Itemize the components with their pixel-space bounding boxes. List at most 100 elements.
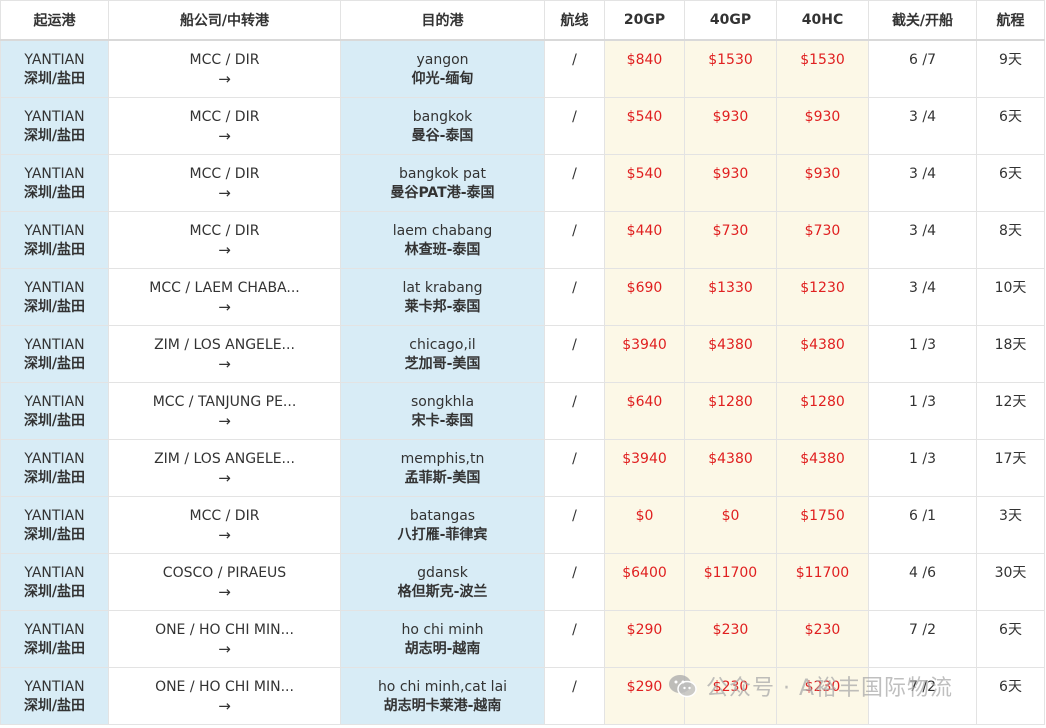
route-cell: / <box>544 268 605 326</box>
price-40gp: $230 <box>712 679 749 695</box>
cutoff-sailing: 7 /2 <box>909 679 936 695</box>
transit-days: 17天 <box>994 451 1027 467</box>
price-20gp-cell: $840 <box>604 39 685 98</box>
destination-port-cn: 林查班-泰国 <box>404 242 481 258</box>
origin-cell: YANTIAN 深圳/盐田 <box>0 211 109 269</box>
transit-cell: 3天 <box>976 496 1045 554</box>
carrier-cell: MCC / TANJUNG PE... → <box>108 382 341 440</box>
price-40gp: $4380 <box>708 337 753 353</box>
price-20gp-cell: $3940 <box>604 439 685 497</box>
price-40gp-cell: $4380 <box>684 439 777 497</box>
carrier-transit-port: COSCO / PIRAEUS <box>162 565 287 581</box>
header-transit: 航程 <box>976 0 1045 41</box>
destination-port-cn: 胡志明-越南 <box>404 641 481 657</box>
price-20gp-cell: $290 <box>604 610 685 668</box>
price-40gp-cell: $230 <box>684 610 777 668</box>
route-cell: / <box>544 610 605 668</box>
destination-port-en: ho chi minh,cat lai <box>377 679 508 695</box>
carrier-cell: MCC / DIR → <box>108 97 341 155</box>
carrier-cell: ZIM / LOS ANGELE... → <box>108 439 341 497</box>
price-40gp: $11700 <box>703 565 758 581</box>
origin-port-cn: 深圳/盐田 <box>23 470 86 486</box>
origin-port-cn: 深圳/盐田 <box>23 698 86 714</box>
cutoff-sailing: 4 /6 <box>909 565 936 581</box>
route-cell: / <box>544 496 605 554</box>
price-40gp: $930 <box>712 166 749 182</box>
destination-port-cn: 宋卡-泰国 <box>411 413 474 429</box>
origin-port-cn: 深圳/盐田 <box>23 641 86 657</box>
route-value: / <box>572 109 577 125</box>
cutoff-sailing: 1 /3 <box>909 337 936 353</box>
route-cell: / <box>544 439 605 497</box>
cutoff-cell: 7 /2 <box>868 667 977 725</box>
price-20gp-cell: $0 <box>604 496 685 554</box>
price-20gp-cell: $290 <box>604 667 685 725</box>
carrier-cell: MCC / DIR → <box>108 496 341 554</box>
table-row: YANTIAN 深圳/盐田 ONE / HO CHI MIN... → ho chi m… <box>0 610 1045 668</box>
origin-port-en: YANTIAN <box>24 394 85 410</box>
carrier-transit-port: ONE / HO CHI MIN... <box>155 622 294 638</box>
route-cell: / <box>544 325 605 383</box>
table-row: YANTIAN 深圳/盐田 MCC / TANJUNG PE... → songkhla… <box>0 382 1045 440</box>
origin-port-cn: 深圳/盐田 <box>23 413 86 429</box>
table-row: YANTIAN 深圳/盐田 MCC / LAEM CHABA... → lat krab… <box>0 268 1045 326</box>
price-20gp: $6400 <box>622 565 667 581</box>
transit-cell: 17天 <box>976 439 1045 497</box>
cutoff-sailing: 6 /1 <box>909 508 936 524</box>
transit-cell: 10天 <box>976 268 1045 326</box>
destination-port-cn: 曼谷PAT港-泰国 <box>390 185 495 201</box>
destination-cell: lat krabang 莱卡邦-泰国 <box>340 268 545 326</box>
price-20gp-cell: $440 <box>604 211 685 269</box>
cutoff-cell: 1 /3 <box>868 382 977 440</box>
table-row: YANTIAN 深圳/盐田 MCC / DIR → laem chabang 林查班-泰国… <box>0 211 1045 269</box>
route-cell: / <box>544 382 605 440</box>
price-20gp-cell: $6400 <box>604 553 685 611</box>
price-40gp-cell: $1530 <box>684 39 777 98</box>
price-20gp-cell: $540 <box>604 97 685 155</box>
arrow-right-icon: → <box>218 526 231 544</box>
transit-days: 10天 <box>994 280 1027 296</box>
price-20gp-cell: $690 <box>604 268 685 326</box>
destination-port-cn: 胡志明卡莱港-越南 <box>383 698 502 714</box>
destination-port-en: gdansk <box>417 565 468 581</box>
arrow-right-icon: → <box>218 355 231 373</box>
header-40gp: 40GP <box>684 0 777 41</box>
arrow-right-icon: → <box>218 184 231 202</box>
cutoff-sailing: 1 /3 <box>909 451 936 467</box>
price-40hc-cell: $1750 <box>776 496 869 554</box>
destination-port-en: lat krabang <box>402 280 483 296</box>
destination-port-en: bangkok <box>412 109 473 125</box>
transit-days: 30天 <box>994 565 1027 581</box>
origin-port-en: YANTIAN <box>24 451 85 467</box>
origin-cell: YANTIAN 深圳/盐田 <box>0 553 109 611</box>
carrier-transit-port: MCC / TANJUNG PE... <box>152 394 297 410</box>
destination-cell: ho chi minh,cat lai 胡志明卡莱港-越南 <box>340 667 545 725</box>
transit-days: 6天 <box>999 166 1022 182</box>
destination-port-cn: 格但斯克-波兰 <box>397 584 488 600</box>
freight-rate-table: 起运港 船公司/中转港 目的港 航线 20GP 40GP 40HC 截关/开船 … <box>0 0 1045 725</box>
price-40gp: $930 <box>712 109 749 125</box>
cutoff-sailing: 3 /4 <box>909 223 936 239</box>
table-row: YANTIAN 深圳/盐田 ONE / HO CHI MIN... → ho chi m… <box>0 667 1045 725</box>
price-40hc: $930 <box>804 109 841 125</box>
transit-days: 6天 <box>999 109 1022 125</box>
cutoff-cell: 3 /4 <box>868 268 977 326</box>
route-cell: / <box>544 211 605 269</box>
route-value: / <box>572 622 577 638</box>
origin-port-cn: 深圳/盐田 <box>23 584 86 600</box>
destination-port-cn: 曼谷-泰国 <box>411 128 474 144</box>
cutoff-cell: 1 /3 <box>868 325 977 383</box>
destination-cell: ho chi minh 胡志明-越南 <box>340 610 545 668</box>
carrier-cell: MCC / DIR → <box>108 154 341 212</box>
origin-port-en: YANTIAN <box>24 280 85 296</box>
price-40hc: $230 <box>804 622 841 638</box>
destination-cell: bangkok 曼谷-泰国 <box>340 97 545 155</box>
price-40hc: $930 <box>804 166 841 182</box>
price-20gp: $440 <box>626 223 663 239</box>
price-40gp: $1280 <box>708 394 753 410</box>
transit-cell: 12天 <box>976 382 1045 440</box>
route-value: / <box>572 508 577 524</box>
table-row: YANTIAN 深圳/盐田 COSCO / PIRAEUS → gdansk 格但斯克-波… <box>0 553 1045 611</box>
carrier-transit-port: ZIM / LOS ANGELE... <box>154 451 295 467</box>
price-20gp-cell: $540 <box>604 154 685 212</box>
